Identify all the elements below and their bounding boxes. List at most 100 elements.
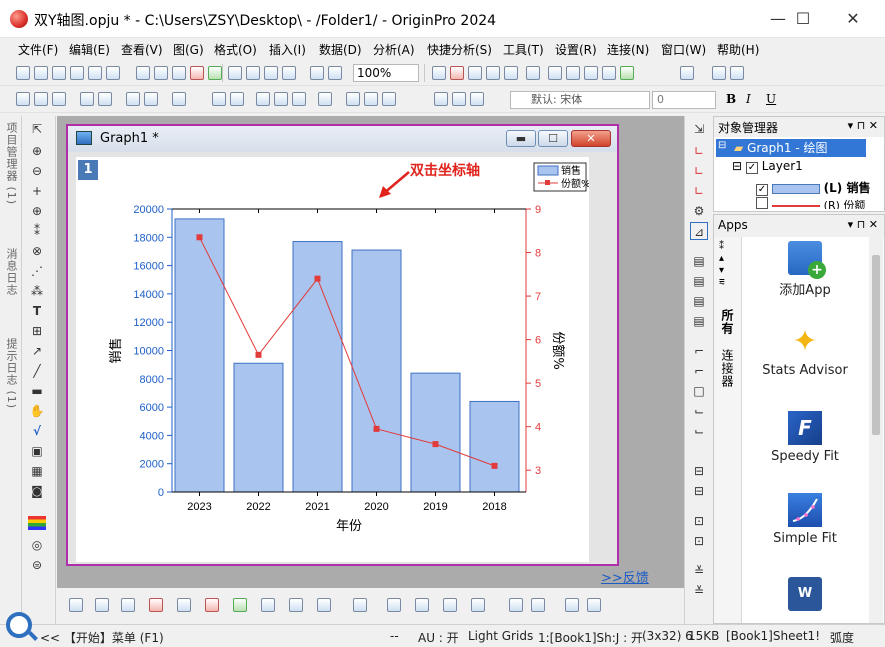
collapse-icon[interactable]: ⊟ — [718, 140, 726, 151]
regional-select-icon[interactable]: ⁂ — [28, 282, 46, 300]
code-builder-icon[interactable] — [486, 66, 500, 80]
plot-details-icon[interactable] — [531, 598, 545, 612]
move-icon[interactable] — [52, 92, 66, 106]
axis-icon[interactable]: ∟ — [690, 142, 708, 160]
dual-axis-chart[interactable]: 0 2000 4000 6000 8000 10000 12000 14000 16000 180… — [76, 157, 589, 562]
tab-hint-log[interactable]: 提示日志 (1) — [3, 338, 19, 409]
font-size-select[interactable]: 0 — [652, 91, 716, 109]
smart-hint-icon[interactable] — [602, 66, 616, 80]
merge-icon[interactable]: ⌐ — [690, 362, 708, 380]
layer-manager-icon[interactable]: ⊿ — [690, 222, 708, 240]
zoom-out-tool-icon[interactable]: ⊖ — [28, 162, 46, 180]
scale-tool-icon[interactable]: + — [28, 182, 46, 200]
back-icon[interactable] — [16, 92, 30, 106]
speed-mode-icon[interactable]: ⊟ — [690, 462, 708, 480]
hand-tool-icon[interactable]: ✋ — [28, 402, 46, 420]
app-stats-advisor[interactable]: ✦ Stats Advisor — [744, 325, 866, 379]
color-bar-icon[interactable] — [28, 516, 46, 530]
tree-item-graph[interactable]: ⊟ ▰ Graph1 - 绘图 — [716, 139, 866, 157]
menu-format[interactable]: 格式(O) — [214, 41, 257, 58]
save-template-icon[interactable] — [282, 66, 296, 80]
import-wizard-icon[interactable] — [154, 66, 168, 80]
sum-icon[interactable] — [712, 66, 726, 80]
collapse-icon[interactable]: ⊟ — [732, 159, 742, 173]
apps-gallery-icon[interactable] — [566, 66, 580, 80]
menu-connect[interactable]: 连接(N) — [607, 41, 649, 58]
layer-content-icon[interactable] — [382, 92, 396, 106]
menu-settings[interactable]: 设置(R) — [555, 41, 597, 58]
open-template-icon[interactable] — [246, 66, 260, 80]
batch-plot-icon[interactable] — [565, 598, 579, 612]
menu-help[interactable]: 帮助(H) — [717, 41, 759, 58]
3d-plot-icon[interactable] — [353, 598, 367, 612]
rectangle-tool-icon[interactable]: ▬ — [28, 382, 46, 400]
template-library-icon[interactable] — [317, 598, 331, 612]
bold-button[interactable]: B — [726, 92, 736, 106]
zoom-select[interactable]: 100% — [353, 64, 419, 82]
refresh-icon[interactable] — [328, 66, 342, 80]
graph-title-bar[interactable]: Graph1 * ▬ ☐ ✕ — [68, 126, 617, 152]
menu-edit[interactable]: 编辑(E) — [69, 41, 110, 58]
undo-icon[interactable] — [172, 92, 186, 106]
legend-tool-icon[interactable]: ⊜ — [28, 556, 46, 574]
3d-surface-icon[interactable] — [387, 598, 401, 612]
object-manager-icon[interactable] — [548, 66, 562, 80]
tab-connectors[interactable]: 连接器 — [720, 349, 736, 388]
font-select[interactable]: 默认: 宋体 — [510, 91, 650, 109]
pin-icon[interactable] — [144, 92, 158, 106]
app-word-export[interactable]: W — [744, 577, 866, 615]
app-simple-fit[interactable]: Simple Fit — [744, 493, 866, 546]
contour-plot-icon[interactable] — [289, 598, 303, 612]
menu-data[interactable]: 数据(D) — [319, 41, 362, 58]
graph-maximize-button[interactable]: ☐ — [538, 130, 568, 147]
menu-quick-analysis[interactable]: 快捷分析(S) — [427, 41, 492, 58]
forward-icon[interactable] — [34, 92, 48, 106]
link-layers-icon[interactable]: ⌙ — [690, 422, 708, 440]
new-matrix-icon[interactable] — [70, 66, 84, 80]
menu-insert[interactable]: 插入(I) — [269, 41, 306, 58]
underline-button[interactable]: U — [766, 92, 776, 106]
text-tool-icon[interactable]: T — [28, 302, 46, 320]
pie-chart-icon[interactable] — [471, 598, 485, 612]
graph-close-button[interactable]: ✕ — [571, 130, 611, 147]
special-plot-icon[interactable] — [261, 598, 275, 612]
insert-object-icon[interactable]: ◙ — [28, 482, 46, 500]
auto-update-status[interactable]: AU : 开 — [418, 629, 459, 646]
rescale-icon[interactable] — [212, 92, 226, 106]
add-column-icon[interactable] — [680, 66, 694, 80]
screen-reader-tool-icon[interactable]: ⁑ — [28, 222, 46, 240]
menu-file[interactable]: 文件(F) — [18, 41, 58, 58]
tree-item-layer[interactable]: ⊟ ✓ Layer1 — [732, 159, 803, 174]
layout-icon[interactable]: ⌙ — [690, 402, 708, 420]
box-chart-icon[interactable] — [443, 598, 457, 612]
settings-icon[interactable]: ⚙ — [690, 202, 708, 220]
layer-icon[interactable]: ◎ — [28, 536, 46, 554]
zoom-tool-icon[interactable]: ⊕ — [28, 142, 46, 160]
insert-graph-icon[interactable]: ▣ — [28, 442, 46, 460]
merge-graph-icon[interactable] — [292, 92, 306, 106]
cut-icon[interactable] — [434, 92, 448, 106]
command-window-icon[interactable] — [620, 66, 634, 80]
app-add[interactable]: + 添加App — [744, 241, 866, 298]
import-icon[interactable] — [136, 66, 150, 80]
angle-unit-status[interactable]: 弧度 — [830, 629, 854, 646]
tree-item-sales[interactable]: ✓ (L) 销售 — [756, 179, 870, 196]
apps-scroll-controls-icon[interactable]: ⁑ ▴ ▾ ⩳ — [719, 241, 725, 289]
grid-status[interactable]: Light Grids — [468, 629, 533, 643]
line-plot-icon[interactable] — [69, 598, 83, 612]
graph-window[interactable]: Graph1 * ▬ ☐ ✕ 0 2000 4000 6000 8000 10000 120… — [66, 124, 619, 566]
save-icon[interactable] — [264, 66, 278, 80]
insert-table-icon[interactable]: ▦ — [28, 462, 46, 480]
copy-icon[interactable] — [452, 92, 466, 106]
new-graph-icon[interactable] — [88, 66, 102, 80]
column-plot-icon[interactable] — [149, 598, 163, 612]
new-function-icon[interactable] — [106, 66, 120, 80]
feedback-link[interactable]: >>反馈 — [601, 567, 649, 586]
inset-icon[interactable]: ⌐ — [690, 342, 708, 360]
right-axis-icon[interactable]: ∟ — [690, 162, 708, 180]
histogram-icon[interactable] — [415, 598, 429, 612]
print-icon[interactable] — [432, 66, 446, 80]
tree-item-share[interactable]: (R) 份额 — [756, 197, 865, 209]
statistics-icon[interactable] — [730, 66, 744, 80]
recalculate-icon[interactable] — [310, 66, 324, 80]
